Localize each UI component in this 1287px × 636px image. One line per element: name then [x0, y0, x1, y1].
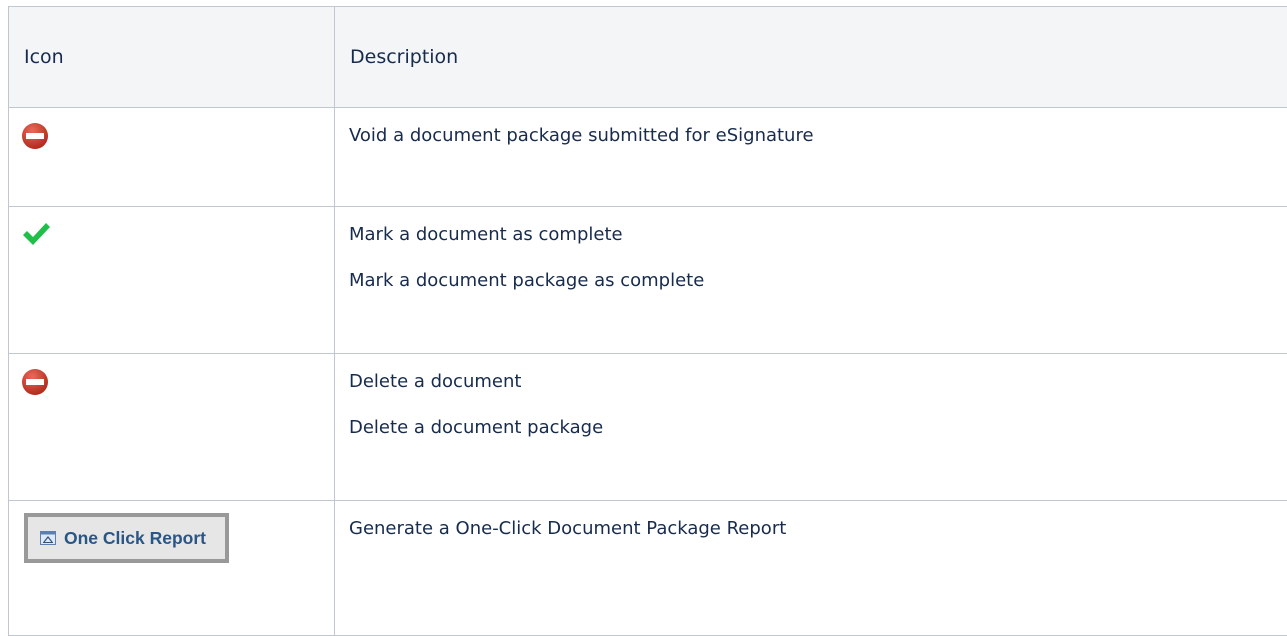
header-description: Description	[335, 7, 1287, 108]
delete-stop-icon	[21, 368, 49, 396]
table-row: Mark a document as complete Mark a docum…	[9, 207, 1287, 354]
description-cell: Delete a document Delete a document pack…	[335, 354, 1287, 501]
void-stop-icon	[21, 122, 49, 150]
report-icon	[40, 531, 56, 545]
one-click-report-button[interactable]: One Click Report	[24, 513, 229, 563]
description-text: Void a document package submitted for eS…	[349, 121, 1287, 151]
description-text: Delete a document	[349, 367, 1287, 397]
icon-description-table: Icon Description Void a documen	[8, 6, 1287, 636]
description-cell: Generate a One-Click Document Package Re…	[335, 501, 1287, 636]
icon-cell	[9, 108, 335, 207]
green-checkmark-icon	[21, 221, 51, 247]
description-cell: Void a document package submitted for eS…	[335, 108, 1287, 207]
description-text: Generate a One-Click Document Package Re…	[349, 514, 1287, 544]
icon-cell: One Click Report	[9, 501, 335, 636]
description-text: Mark a document as complete	[349, 220, 1287, 250]
icon-cell	[9, 354, 335, 501]
description-text: Delete a document package	[349, 413, 1287, 443]
header-icon: Icon	[9, 7, 335, 108]
icon-cell	[9, 207, 335, 354]
table-row: Delete a document Delete a document pack…	[9, 354, 1287, 501]
table-row: Void a document package submitted for eS…	[9, 108, 1287, 207]
table-row: One Click Report Generate a One-Click Do…	[9, 501, 1287, 636]
description-cell: Mark a document as complete Mark a docum…	[335, 207, 1287, 354]
description-text: Mark a document package as complete	[349, 266, 1287, 296]
one-click-report-label: One Click Report	[64, 528, 206, 549]
table-header-row: Icon Description	[9, 7, 1287, 108]
